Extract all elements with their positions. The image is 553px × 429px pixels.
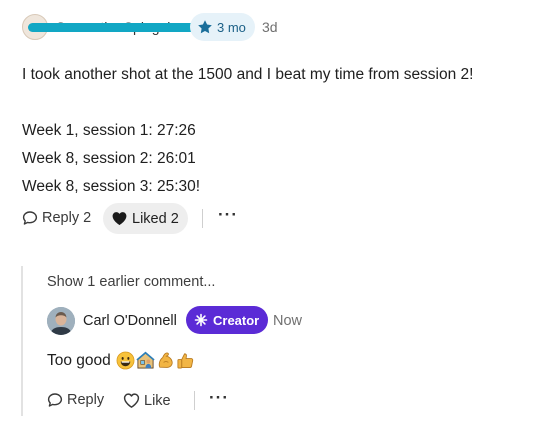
comment-actions-divider bbox=[194, 391, 195, 410]
thumbs-up-emoji bbox=[177, 353, 193, 369]
post-body: I took another shot at the 1500 and I be… bbox=[22, 61, 542, 201]
creator-badge: Creator bbox=[186, 306, 269, 334]
comment-actions: Reply Like ··· bbox=[47, 388, 347, 412]
comment-more-options-button[interactable]: ··· bbox=[209, 388, 229, 408]
reply-button[interactable]: Reply 2 bbox=[22, 210, 91, 226]
flexed-biceps-emoji bbox=[158, 352, 173, 368]
comment-reply-button[interactable]: Reply bbox=[47, 392, 104, 408]
comment-header: Carl O'Donnell Creator Now bbox=[47, 306, 347, 336]
creator-badge-label: Creator bbox=[213, 312, 260, 328]
liked-button[interactable]: Liked 2 bbox=[103, 203, 188, 234]
post-text-line: I took another shot at the 1500 and I be… bbox=[22, 66, 474, 83]
actions-divider bbox=[202, 209, 203, 228]
more-options-button[interactable]: ··· bbox=[218, 205, 238, 225]
liked-button-label: Liked 2 bbox=[132, 210, 179, 227]
thread-line bbox=[21, 266, 23, 416]
grinning-face-emoji bbox=[116, 351, 135, 370]
speech-bubble-icon bbox=[47, 393, 63, 407]
comment-text: Too good bbox=[47, 351, 111, 369]
comment-emojis bbox=[116, 351, 195, 370]
comment-like-label: Like bbox=[144, 392, 171, 409]
comment-like-button[interactable]: Like bbox=[123, 392, 171, 409]
post-actions: Reply 2 Liked 2 ··· bbox=[22, 203, 322, 235]
show-earlier-comments-link[interactable]: Show 1 earlier comment... bbox=[47, 274, 215, 290]
comment-reply-label: Reply bbox=[67, 392, 105, 408]
post-text-line: Week 8, session 3: 25:30! bbox=[22, 178, 201, 195]
post-text-line: Week 1, session 1: 27:26 bbox=[22, 122, 196, 139]
sparkle-icon bbox=[194, 313, 208, 327]
reply-button-label: Reply 2 bbox=[42, 210, 92, 226]
name-redaction-bar bbox=[28, 23, 196, 32]
post-header: Samantha Spiegel 3 mo 3d bbox=[22, 12, 322, 42]
person-photo-icon bbox=[47, 307, 75, 335]
star-icon bbox=[198, 20, 212, 34]
post-timestamp: 3d bbox=[262, 19, 278, 35]
heart-outline-icon bbox=[123, 393, 140, 408]
commenter-avatar[interactable] bbox=[47, 307, 75, 335]
speech-bubble-icon bbox=[22, 211, 38, 225]
house-with-person-emoji bbox=[136, 351, 155, 369]
membership-badge: 3 mo bbox=[190, 13, 255, 41]
membership-badge-label: 3 mo bbox=[217, 19, 246, 35]
comment-body: Too good bbox=[47, 351, 195, 370]
comment-timestamp: Now bbox=[273, 313, 303, 329]
commenter-name[interactable]: Carl O'Donnell bbox=[83, 313, 177, 329]
heart-filled-icon bbox=[112, 212, 127, 226]
post-text-line: Week 8, session 2: 26:01 bbox=[22, 150, 196, 167]
